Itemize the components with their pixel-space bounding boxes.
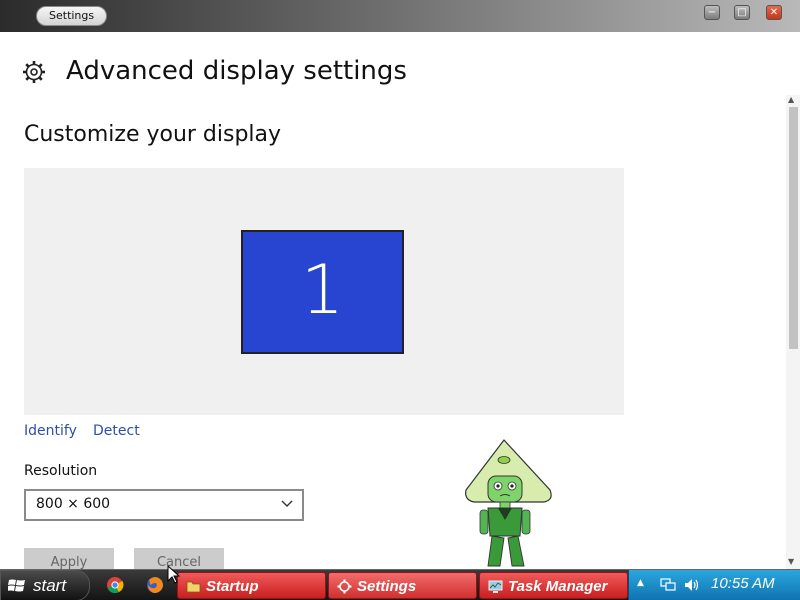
firefox-icon[interactable] bbox=[146, 576, 164, 594]
start-label: start bbox=[33, 576, 67, 595]
taskbar-item-startup[interactable]: Startup bbox=[177, 572, 326, 599]
gear-icon bbox=[23, 61, 45, 83]
show-hidden-icons-icon[interactable]: ▲ bbox=[637, 578, 644, 588]
resolution-value: 800 × 600 bbox=[36, 496, 111, 512]
minimize-button[interactable]: − bbox=[704, 5, 720, 20]
chevron-down-icon bbox=[281, 500, 293, 507]
title-bar[interactable]: Settings − □ ✕ bbox=[0, 0, 800, 32]
taskbar-clock[interactable]: 10:55 AM bbox=[711, 575, 775, 592]
start-button[interactable]: start bbox=[0, 570, 90, 600]
section-title: Customize your display bbox=[24, 122, 282, 147]
apply-button[interactable]: Apply bbox=[24, 548, 114, 570]
window-title: Settings bbox=[36, 6, 108, 26]
identify-link[interactable]: Identify bbox=[24, 423, 77, 439]
detect-link[interactable]: Detect bbox=[93, 423, 140, 439]
page-title: Advanced display settings bbox=[66, 56, 407, 86]
monitor-icon bbox=[488, 580, 503, 593]
resolution-dropdown[interactable]: 800 × 600 bbox=[24, 489, 304, 521]
taskbar-item-task-manager[interactable]: Task Manager bbox=[479, 572, 628, 599]
windows-logo-icon bbox=[8, 579, 25, 592]
mouse-cursor-icon bbox=[167, 565, 181, 584]
taskbar: start Startup Settings Task Manager ▲ 10… bbox=[0, 569, 800, 600]
gear-icon bbox=[337, 579, 352, 594]
taskbar-item-settings[interactable]: Settings bbox=[328, 572, 477, 599]
system-tray: ▲ 10:55 AM bbox=[628, 570, 800, 600]
mascot-character-icon bbox=[465, 439, 552, 567]
network-icon[interactable] bbox=[659, 577, 677, 593]
taskbar-item-label: Task Manager bbox=[508, 578, 608, 595]
close-button[interactable]: ✕ bbox=[766, 5, 782, 20]
resolution-label: Resolution bbox=[24, 463, 98, 479]
folder-icon bbox=[186, 581, 201, 593]
chrome-icon[interactable] bbox=[106, 576, 124, 594]
settings-window: Settings − □ ✕ Advanced display settings… bbox=[0, 0, 800, 600]
taskbar-item-label: Settings bbox=[357, 578, 417, 595]
scroll-down-icon[interactable]: ▼ bbox=[788, 557, 794, 566]
monitor-tile[interactable]: 1 bbox=[241, 230, 404, 354]
maximize-button[interactable]: □ bbox=[734, 5, 750, 20]
vertical-scrollbar[interactable]: ▲ ▼ bbox=[786, 95, 800, 569]
taskbar-item-label: Startup bbox=[206, 578, 259, 595]
scroll-thumb[interactable] bbox=[789, 107, 798, 349]
scroll-up-icon[interactable]: ▲ bbox=[788, 95, 794, 104]
display-preview-area: 1 bbox=[24, 168, 624, 415]
volume-icon[interactable] bbox=[683, 577, 701, 593]
